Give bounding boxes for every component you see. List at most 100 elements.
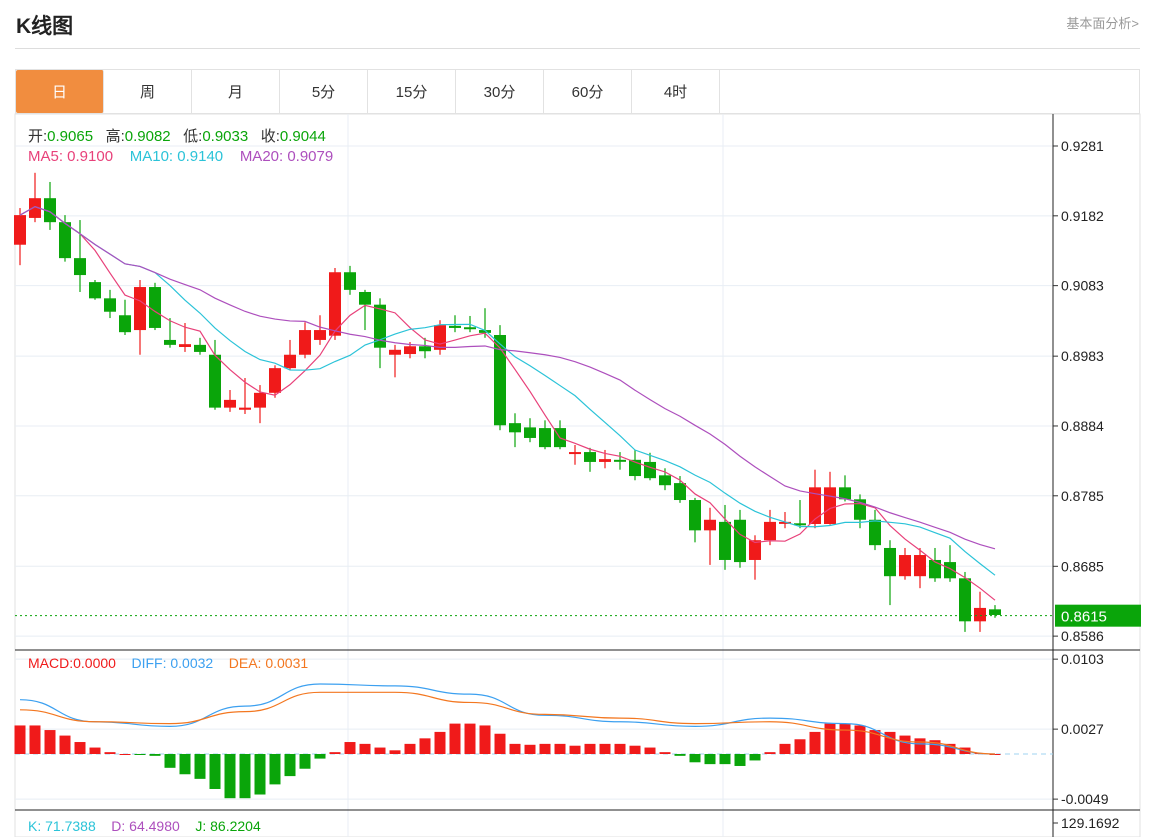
candle (314, 315, 326, 345)
low-label: 低: (183, 128, 203, 145)
candle (944, 545, 956, 582)
candle (884, 540, 896, 606)
candle-body (824, 487, 836, 524)
open-value: 0.9065 (47, 128, 94, 145)
macd-bar (464, 723, 476, 754)
candle-body (689, 500, 701, 531)
candle (569, 445, 581, 465)
macd-bar (554, 743, 566, 754)
candle (239, 378, 251, 414)
candle-body (164, 339, 176, 345)
candle-body (524, 427, 536, 438)
candle (224, 390, 236, 412)
macd-value: MACD:0.0000 (28, 655, 116, 671)
macd-bar (824, 723, 836, 754)
tab-60min[interactable]: 60分 (544, 70, 632, 113)
candle-body (674, 483, 686, 501)
candle-body (89, 282, 101, 299)
macd-bar (29, 725, 41, 754)
candle (134, 279, 146, 355)
macd-bar (719, 754, 731, 765)
period-tabs: 日 周 月 5分 15分 30分 60分 4时 (15, 69, 1140, 114)
candle-body (344, 272, 356, 290)
candle-body (614, 459, 626, 462)
macd-bar (284, 754, 296, 777)
macd-bar (584, 743, 596, 754)
candle-body (209, 354, 221, 408)
candle-body (224, 399, 236, 408)
candle-body (359, 291, 371, 305)
macd-bar (194, 754, 206, 779)
tab-5min[interactable]: 5分 (280, 70, 368, 113)
candle (689, 497, 701, 543)
tab-day[interactable]: 日 (16, 70, 104, 113)
macd-bar (404, 743, 416, 754)
candle-body (959, 578, 971, 622)
candle-body (179, 344, 191, 347)
candle (359, 289, 371, 331)
chart-frame (14, 113, 1141, 837)
candle-body (929, 559, 941, 579)
candle-body (989, 609, 1001, 615)
tab-15min[interactable]: 15分 (368, 70, 456, 113)
macd-bar (779, 743, 791, 754)
macd-bar (119, 754, 131, 755)
ohlc-info: 开:0.9065 高:0.9082 低:0.9033 收:0.9044 (28, 125, 326, 146)
macd-bar (449, 723, 461, 754)
candle-body (119, 315, 131, 333)
macd-bar (44, 730, 56, 754)
candle-body (704, 519, 716, 531)
ma10-line (19, 205, 996, 576)
price-tick-label: 0.8884 (1061, 418, 1104, 434)
tab-week[interactable]: 周 (104, 70, 192, 113)
macd-bar (209, 754, 221, 789)
candle-body (194, 344, 206, 352)
macd-bar (419, 738, 431, 754)
macd-tick-label: 0.0103 (1061, 651, 1104, 667)
macd-bar (149, 754, 161, 756)
candle (629, 449, 641, 481)
candle (344, 265, 356, 295)
close-label: 收: (260, 128, 280, 145)
d-value: D: 64.4980 (111, 818, 180, 834)
macd-bar (644, 747, 656, 754)
candle (974, 591, 986, 632)
page-title: K线图 (16, 15, 74, 38)
tab-30min[interactable]: 30分 (456, 70, 544, 113)
macd-bar (374, 747, 386, 754)
candle-body (299, 330, 311, 355)
candle-body (974, 607, 986, 622)
macd-bar (329, 752, 341, 754)
macd-bar (269, 754, 281, 785)
fundamental-analysis-link[interactable]: 基本面分析> (1066, 13, 1139, 32)
tab-month[interactable]: 月 (192, 70, 280, 113)
candle (329, 268, 341, 340)
candle-body (764, 521, 776, 541)
candle (14, 208, 26, 266)
candle-body (899, 555, 911, 577)
high-label: 高: (105, 128, 125, 145)
macd-bar (629, 745, 641, 754)
open-label: 开: (28, 128, 48, 145)
macd-bar (179, 754, 191, 775)
candle-body (14, 215, 26, 245)
candle-body (719, 521, 731, 560)
candle (59, 215, 71, 262)
price-tick-label: 0.9182 (1061, 208, 1104, 224)
candle-body (509, 423, 521, 433)
ma5-line (19, 205, 996, 601)
price-tick-label: 0.8983 (1061, 348, 1104, 364)
candle (254, 385, 266, 424)
candle-body (599, 459, 611, 462)
candle-body (569, 452, 581, 455)
macd-bar (809, 731, 821, 754)
price-tick-label: 0.8685 (1061, 558, 1104, 574)
tab-4hour[interactable]: 4时 (632, 70, 720, 113)
macd-tick-label: -0.0049 (1061, 791, 1109, 807)
candle-body (449, 325, 461, 328)
macd-bar (494, 733, 506, 754)
candle-body (914, 555, 926, 577)
price-tick-label: 0.9083 (1061, 278, 1104, 294)
candle (929, 547, 941, 582)
ma-info: MA5: 0.9100 MA10: 0.9140 MA20: 0.9079 (28, 148, 333, 165)
